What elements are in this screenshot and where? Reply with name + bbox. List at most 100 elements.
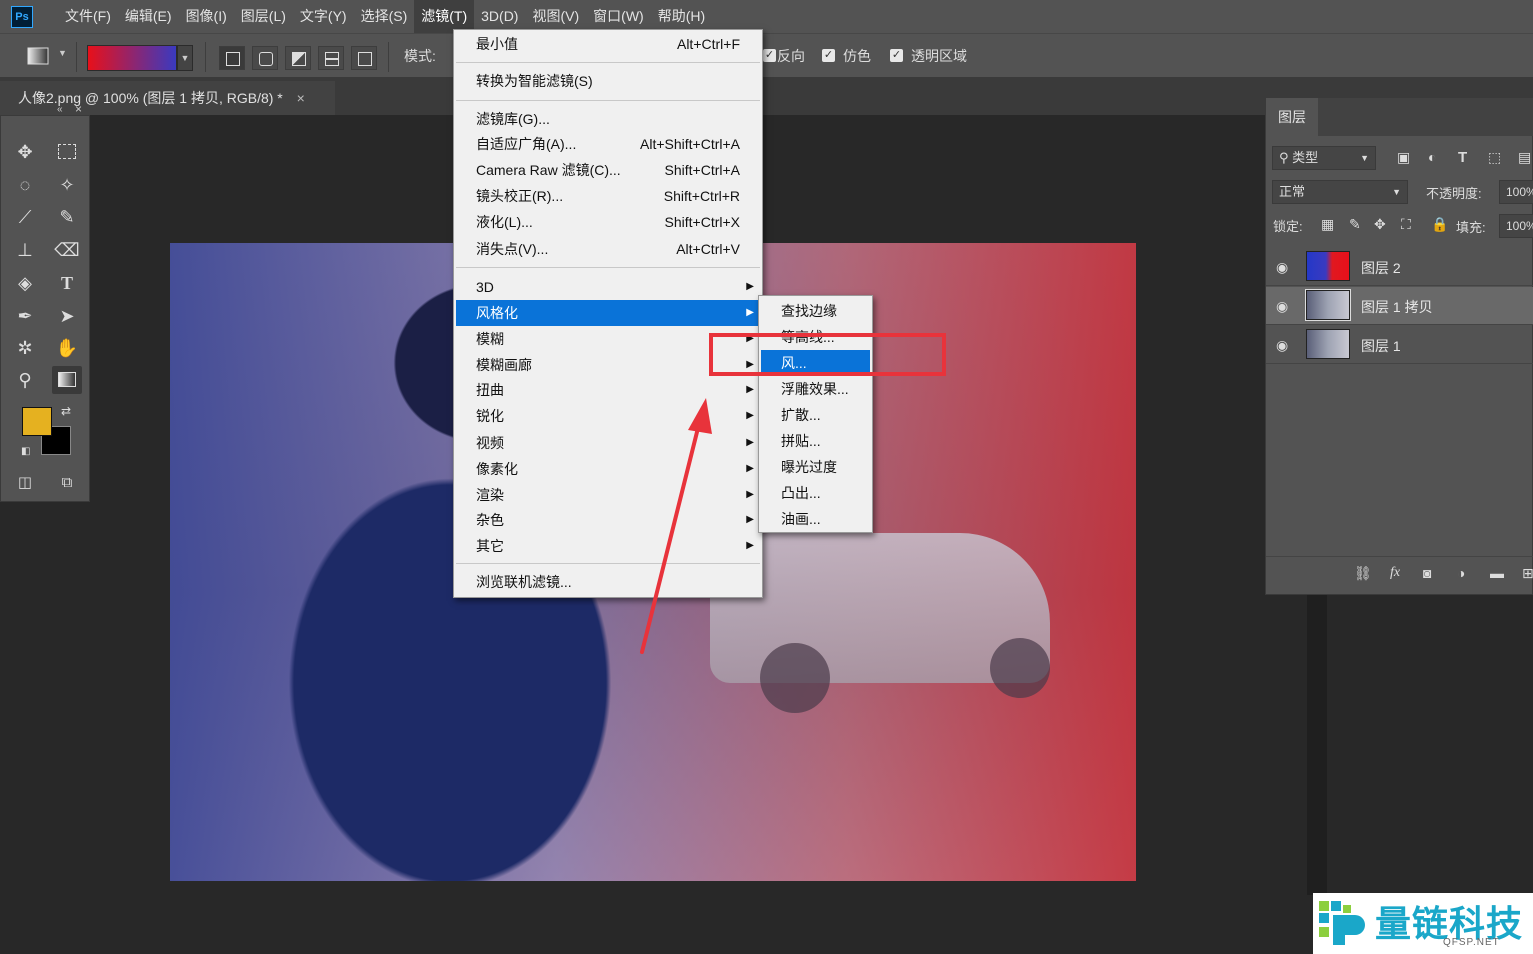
layers-tab-row: 图层	[1266, 98, 1533, 136]
filter-pixel-icon[interactable]: ▣	[1397, 149, 1410, 166]
submenu-item-find-edges[interactable]: 查找边缘	[759, 298, 872, 324]
submenu-item-diffuse[interactable]: 扩散...	[759, 402, 872, 428]
menu-item-lens-correction[interactable]: 镜头校正(R)... Shift+Ctrl+R	[454, 183, 762, 209]
layer-name[interactable]: 图层 1 拷贝	[1361, 297, 1433, 317]
filter-shape-icon[interactable]: ⬚	[1488, 149, 1501, 166]
new-layer-icon[interactable]: ⊞	[1522, 565, 1533, 582]
reverse-checkbox[interactable]: ✓	[763, 49, 776, 62]
menu-item-shortcut: Shift+Ctrl+X	[664, 214, 740, 230]
layer-row[interactable]: ◉ 图层 2	[1266, 248, 1533, 286]
lasso-tool-icon[interactable]: ◌	[10, 171, 40, 199]
linear-gradient-button[interactable]	[219, 46, 245, 70]
filter-type-icon[interactable]: T	[1458, 149, 1467, 166]
fill-input[interactable]: 100%	[1499, 214, 1533, 238]
menu-item-3d[interactable]: 3D ▶	[454, 274, 762, 300]
chevron-down-icon: ▼	[1360, 153, 1369, 163]
layer-row[interactable]: ◉ 图层 1	[1266, 326, 1533, 364]
lock-transparent-icon[interactable]: ▦	[1321, 216, 1334, 233]
shape-tool-icon[interactable]: ✲	[10, 334, 40, 362]
blend-mode-dropdown[interactable]: 正常 ▼	[1272, 180, 1408, 204]
fx-icon[interactable]: fx	[1390, 565, 1400, 581]
adjustment-layer-icon[interactable]: ◑	[1457, 565, 1465, 581]
menu-item-last-filter[interactable]: 最小值 Alt+Ctrl+F	[454, 31, 762, 57]
filter-adjustment-icon[interactable]: ◐	[1428, 149, 1436, 165]
swap-colors-icon[interactable]: ⇄	[61, 404, 71, 418]
layer-name[interactable]: 图层 2	[1361, 258, 1401, 278]
quick-mask-icon[interactable]: ◫	[10, 469, 40, 497]
lock-all-icon[interactable]: 🔒	[1431, 216, 1448, 233]
menu-image[interactable]: 图像(I)	[179, 0, 234, 33]
menu-item-stylize[interactable]: 风格化 ▶	[456, 300, 760, 326]
menu-item-label: 液化(L)...	[476, 214, 533, 230]
menu-layer[interactable]: 图层(L)	[234, 0, 293, 33]
menu-item-vanishing-point[interactable]: 消失点(V)... Alt+Ctrl+V	[454, 236, 762, 262]
submenu-item-tiles[interactable]: 拼贴...	[759, 428, 872, 454]
menu-item-label: 转换为智能滤镜(S)	[476, 73, 593, 89]
menu-item-adaptive-wide-angle[interactable]: 自适应广角(A)... Alt+Shift+Ctrl+A	[454, 131, 762, 157]
collapse-icon[interactable]: «	[57, 104, 63, 115]
document-tab[interactable]: 人像2.png @ 100% (图层 1 拷贝, RGB/8) * ×	[0, 81, 335, 115]
menu-type[interactable]: 文字(Y)	[293, 0, 354, 33]
tab-layers[interactable]: 图层	[1266, 98, 1318, 136]
lock-artboard-icon[interactable]: ⛶	[1401, 216, 1411, 233]
close-tab-icon[interactable]: ×	[297, 90, 305, 106]
menu-item-filter-gallery[interactable]: 滤镜库(G)...	[454, 106, 762, 132]
diamond-gradient-button[interactable]	[351, 46, 377, 70]
layer-filter-dropdown[interactable]: ⚲ 类型 ▼	[1272, 146, 1376, 170]
gradient-tool-icon[interactable]	[52, 366, 82, 394]
menu-item-liquify[interactable]: 液化(L)... Shift+Ctrl+X	[454, 209, 762, 235]
visibility-eye-icon[interactable]: ◉	[1276, 259, 1288, 276]
paint-bucket-tool-icon[interactable]: ◈	[10, 269, 40, 297]
menu-item-shortcut: Shift+Ctrl+R	[663, 188, 740, 204]
reflected-gradient-button[interactable]	[318, 46, 344, 70]
close-icon[interactable]: ×	[75, 102, 82, 116]
stamp-tool-icon[interactable]: ⊥	[10, 236, 40, 264]
marquee-tool-icon[interactable]	[52, 138, 82, 166]
gradient-dropdown-chevron-icon[interactable]: ▼	[177, 45, 193, 71]
layers-panel: 图层 ⚲ 类型 ▼ ▣ ◐ T ⬚ ▤ 正常 ▼ 不透明度: 100% 锁定: …	[1265, 97, 1533, 595]
lock-paint-icon[interactable]: ✎	[1349, 216, 1361, 233]
gradient-swatch[interactable]	[87, 45, 177, 71]
type-tool-icon[interactable]: T	[52, 269, 82, 297]
new-group-icon[interactable]: ▬	[1490, 565, 1504, 581]
brush-tool-icon[interactable]: ✎	[52, 203, 82, 231]
opacity-input[interactable]: 100%	[1499, 180, 1533, 204]
screen-mode-icon[interactable]: ⧉	[52, 469, 82, 497]
magic-wand-tool-icon[interactable]: ✧	[52, 171, 82, 199]
add-mask-icon[interactable]: ◙	[1423, 565, 1431, 581]
layer-name[interactable]: 图层 1	[1361, 336, 1401, 356]
lock-position-icon[interactable]: ✥	[1374, 216, 1386, 233]
dither-label: 仿色	[843, 48, 871, 64]
default-colors-icon[interactable]: ◧	[21, 446, 30, 457]
link-layers-icon[interactable]: ⛓	[1354, 565, 1372, 582]
menu-edit[interactable]: 编辑(E)	[118, 0, 179, 33]
menu-file[interactable]: 文件(F)	[58, 0, 118, 33]
foreground-color-swatch[interactable]	[22, 407, 52, 436]
submenu-item-solarize[interactable]: 曝光过度	[759, 454, 872, 480]
pen-tool-icon[interactable]: ✒	[10, 302, 40, 330]
filter-smart-object-icon[interactable]: ▤	[1518, 149, 1531, 166]
zoom-tool-icon[interactable]: ⚲	[10, 366, 40, 394]
menu-item-convert-smart-filter[interactable]: 转换为智能滤镜(S)	[454, 68, 762, 94]
fill-label: 填充:	[1456, 220, 1486, 235]
move-tool-icon[interactable]: ✥	[10, 138, 40, 166]
angle-gradient-button[interactable]	[285, 46, 311, 70]
radial-gradient-button[interactable]	[252, 46, 278, 70]
visibility-eye-icon[interactable]: ◉	[1276, 298, 1288, 315]
hand-tool-icon[interactable]: ✋	[52, 334, 82, 362]
dither-checkbox[interactable]: ✓	[822, 49, 835, 62]
menu-item-camera-raw[interactable]: Camera Raw 滤镜(C)... Shift+Ctrl+A	[454, 157, 762, 183]
path-selection-tool-icon[interactable]: ➤	[52, 302, 82, 330]
transparency-checkbox[interactable]: ✓	[890, 49, 903, 62]
submenu-item-extrude[interactable]: 凸出...	[759, 480, 872, 506]
menu-select[interactable]: 选择(S)	[354, 0, 415, 33]
layer-row-selected[interactable]: ◉ 图层 1 拷贝	[1266, 287, 1533, 325]
submenu-item-emboss[interactable]: 浮雕效果...	[759, 376, 872, 402]
eraser-tool-icon[interactable]: ⌫	[52, 236, 82, 264]
visibility-eye-icon[interactable]: ◉	[1276, 337, 1288, 354]
gradient-tool-preset-icon[interactable]	[27, 46, 49, 66]
eyedropper-tool-icon[interactable]: ⟋	[10, 203, 40, 231]
submenu-item-oil-paint[interactable]: 油画...	[759, 506, 872, 532]
chevron-down-icon[interactable]: ▼	[58, 48, 67, 58]
options-bar: ▼ ▼ 模式: ✓ 反向 ✓ 仿色 ✓ 透明区域	[0, 33, 1533, 77]
